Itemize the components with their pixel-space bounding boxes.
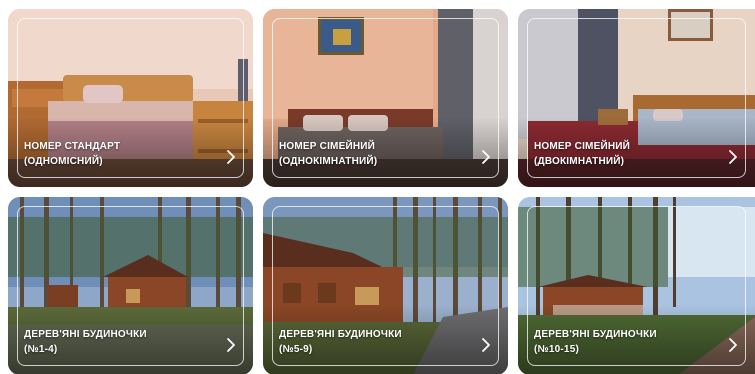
room-card-title: Дерев'яні будиночки (№10-15) (534, 327, 714, 357)
room-card-title-line2: (№1-4) (24, 344, 58, 355)
room-card-title: Дерев'яні будиночки (№1-4) (24, 327, 204, 357)
room-card-title: Номер стандарт (одномісний) (24, 139, 204, 169)
room-card-family-two-room[interactable]: Номер сімейний (двокімнатний) (518, 9, 755, 187)
room-card-family-one-room[interactable]: Номер сімейний (однокімнатний) (263, 9, 508, 187)
room-card-title-line1: Дерев'яні будиночки (534, 329, 657, 340)
room-card-title-line1: Номер сімейний (279, 141, 376, 152)
chevron-right-icon[interactable] (478, 149, 494, 165)
room-card-title: Номер сімейний (однокімнатний) (279, 139, 459, 169)
room-card-title-line1: Номер сімейний (534, 141, 631, 152)
room-card-title-line2: (одномісний) (24, 156, 103, 167)
room-card-title-line2: (двокімнатний) (534, 156, 625, 167)
chevron-right-icon[interactable] (223, 337, 239, 353)
room-card-title-line1: Дерев'яні будиночки (24, 329, 147, 340)
room-card-cottages-5-9[interactable]: Дерев'яні будиночки (№5-9) (263, 197, 508, 374)
room-card-title: Дерев'яні будиночки (№5-9) (279, 327, 459, 357)
rooms-grid: Номер стандарт (одномісний) Номер сімейн… (0, 0, 755, 374)
room-card-title-line1: Дерев'яні будиночки (279, 329, 402, 340)
room-card-title-line2: (однокімнатний) (279, 156, 378, 167)
chevron-right-icon[interactable] (725, 149, 741, 165)
room-card-title-line1: Номер стандарт (24, 141, 121, 152)
room-card-standard-single[interactable]: Номер стандарт (одномісний) (8, 9, 253, 187)
room-card-cottages-1-4[interactable]: Дерев'яні будиночки (№1-4) (8, 197, 253, 374)
chevron-right-icon[interactable] (478, 337, 494, 353)
room-card-title-line2: (№10-15) (534, 344, 579, 355)
room-card-cottages-10-15[interactable]: Дерев'яні будиночки (№10-15) (518, 197, 755, 374)
room-card-title-line2: (№5-9) (279, 344, 313, 355)
chevron-right-icon[interactable] (725, 337, 741, 353)
chevron-right-icon[interactable] (223, 149, 239, 165)
room-card-title: Номер сімейний (двокімнатний) (534, 139, 714, 169)
